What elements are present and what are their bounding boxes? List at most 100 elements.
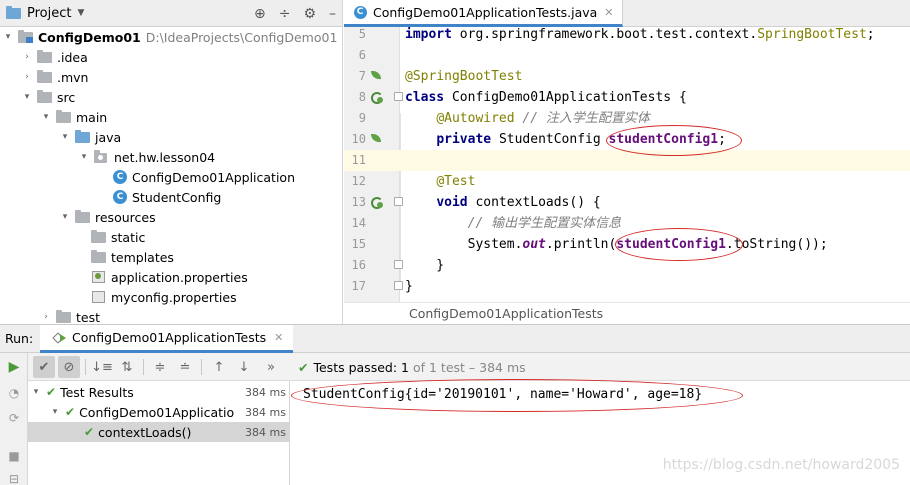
more-chevron-icon[interactable]: »: [260, 356, 282, 378]
expanded-arrow-icon[interactable]: ▾: [2, 32, 14, 42]
fold-marker-icon[interactable]: [394, 281, 403, 290]
line-number: 10: [351, 132, 366, 146]
tree-item-label: application.properties: [111, 269, 248, 285]
tree-item-java[interactable]: ▾ java: [0, 127, 342, 147]
collapse-all-icon[interactable]: ≐: [174, 356, 196, 378]
toggle-autotest-icon[interactable]: ⟳: [6, 410, 22, 426]
code-line[interactable]: 13 void contextLoads() {: [344, 192, 910, 213]
previous-test-icon[interactable]: ↑: [208, 356, 230, 378]
tree-item-test[interactable]: › test: [0, 307, 342, 325]
sort-alphabetically-icon[interactable]: ↓≡: [91, 356, 113, 378]
spring-class-icon: C: [112, 170, 128, 184]
expanded-arrow-icon[interactable]: ▾: [78, 152, 90, 162]
expanded-arrow-icon[interactable]: ▾: [21, 92, 33, 102]
test-results-root[interactable]: ▾ ✔ Test Results 384 ms: [28, 382, 290, 402]
code-line[interactable]: 17}: [344, 276, 910, 297]
code-line[interactable]: 10 private StudentConfig studentConfig1;: [344, 129, 910, 150]
line-number: 6: [358, 48, 366, 62]
run-test-icon[interactable]: [369, 195, 383, 209]
test-method-row[interactable]: ✔ contextLoads() 384 ms: [28, 422, 290, 442]
code-text: @SpringBootTest: [405, 66, 522, 87]
expand-all-icon[interactable]: ≑: [149, 356, 171, 378]
passed-check-icon: ✔: [84, 425, 95, 439]
rerun-failed-icon[interactable]: ◔: [6, 385, 22, 401]
properties-file-icon: [91, 290, 107, 304]
tree-item-studentconfig-class[interactable]: C StudentConfig: [0, 187, 342, 207]
tree-item-myconfig-properties[interactable]: myconfig.properties: [0, 287, 342, 307]
expanded-arrow-icon[interactable]: ▾: [59, 212, 71, 222]
tree-item-application-properties[interactable]: application.properties: [0, 267, 342, 287]
code-token: ;: [866, 27, 875, 42]
gear-icon[interactable]: ⚙: [303, 6, 316, 22]
code-line[interactable]: 9 @Autowired // 注入学生配置实体: [344, 108, 910, 129]
code-line[interactable]: 5 import org.springframework.boot.test.co…: [344, 24, 910, 45]
collapsed-arrow-icon[interactable]: ›: [21, 72, 33, 82]
tree-item-idea[interactable]: › .idea: [0, 47, 342, 67]
close-icon[interactable]: ✕: [274, 331, 283, 344]
project-panel-tools: ⊕ ÷ ⚙ –: [254, 0, 336, 27]
code-area[interactable]: 5 import org.springframework.boot.test.co…: [344, 24, 910, 297]
minimize-icon[interactable]: –: [329, 6, 336, 22]
folder-icon: [56, 310, 72, 324]
code-line[interactable]: 11: [344, 150, 910, 171]
collapse-all-icon[interactable]: ÷: [279, 6, 291, 22]
code-token: import: [405, 27, 460, 42]
code-line[interactable]: 6: [344, 45, 910, 66]
project-panel-title[interactable]: Project: [27, 6, 71, 21]
expanded-arrow-icon[interactable]: ▾: [49, 407, 61, 417]
fold-marker-icon[interactable]: [394, 260, 403, 269]
tree-item-application-class[interactable]: C ConfigDemo01Application: [0, 167, 342, 187]
test-class-row[interactable]: ▾ ✔ ConfigDemo01ApplicationTests 384 ms: [28, 402, 290, 422]
code-line[interactable]: 8 class ConfigDemo01ApplicationTests {: [344, 87, 910, 108]
next-test-icon[interactable]: ↓: [233, 356, 255, 378]
tree-item-resources[interactable]: ▾ resources: [0, 207, 342, 227]
tab-configdemo01applicationtests[interactable]: C ConfigDemo01ApplicationTests.java ✕: [344, 0, 623, 27]
code-line[interactable]: 12 @Test: [344, 171, 910, 192]
breadcrumb-class[interactable]: ConfigDemo01ApplicationTests: [409, 306, 603, 321]
show-passed-icon[interactable]: ✔: [33, 356, 55, 378]
console-line: StudentConfig{id='20190101', name='Howar…: [303, 387, 703, 402]
code-line[interactable]: 15 System.out.println(studentConfig1.toS…: [344, 234, 910, 255]
tree-item-mvn[interactable]: › .mvn: [0, 67, 342, 87]
code-text: void contextLoads() {: [405, 192, 600, 213]
chevron-down-icon[interactable]: ▼: [77, 8, 84, 18]
toolbar-divider: [201, 359, 202, 375]
tree-item-templates[interactable]: templates: [0, 247, 342, 267]
fold-marker-icon[interactable]: [394, 92, 403, 101]
tree-item-static[interactable]: static: [0, 227, 342, 247]
code-token: void: [436, 195, 476, 210]
tree-item-root[interactable]: ▾ ConfigDemo01 D:\IdeaProjects\ConfigDem…: [0, 27, 342, 47]
pin-icon[interactable]: ⊟: [6, 471, 22, 485]
rerun-icon[interactable]: ▶: [6, 359, 22, 375]
expanded-arrow-icon[interactable]: ▾: [30, 387, 42, 397]
watermark: https://blog.csdn.net/howard2005: [662, 457, 900, 473]
expanded-arrow-icon[interactable]: ▾: [40, 112, 52, 122]
collapsed-arrow-icon[interactable]: ›: [21, 52, 33, 62]
fold-marker-icon[interactable]: [394, 197, 403, 206]
sort-by-duration-icon[interactable]: ⇅: [116, 356, 138, 378]
locate-icon[interactable]: ⊕: [254, 6, 266, 22]
close-icon[interactable]: ✕: [604, 6, 613, 19]
tree-item-src[interactable]: ▾ src: [0, 87, 342, 107]
project-panel-header: Project ▼ ⊕ ÷ ⚙ –: [0, 0, 342, 27]
tree-item-label: net.hw.lesson04: [114, 149, 216, 165]
code-token: // 输出学生配置实体信息: [467, 216, 622, 231]
code-text: class ConfigDemo01ApplicationTests {: [405, 87, 687, 108]
run-test-icon[interactable]: [369, 90, 383, 104]
stop-icon[interactable]: ■: [6, 448, 22, 464]
code-token: }: [405, 258, 445, 273]
code-line[interactable]: 16 }: [344, 255, 910, 276]
code-token: org.springframework.boot.test.context.: [459, 27, 758, 42]
collapsed-arrow-icon[interactable]: ›: [40, 312, 52, 322]
tab-run-configdemo01applicationtests[interactable]: ConfigDemo01ApplicationTests ✕: [40, 325, 294, 353]
tree-item-main[interactable]: ▾ main: [0, 107, 342, 127]
run-panel: Run: ConfigDemo01ApplicationTests ✕ ▶ ◔ …: [0, 324, 910, 485]
code-line[interactable]: 14 // 输出学生配置实体信息: [344, 213, 910, 234]
code-line[interactable]: 7 @SpringBootTest: [344, 66, 910, 87]
show-ignored-icon[interactable]: ⊘: [58, 356, 80, 378]
expanded-arrow-icon[interactable]: ▾: [59, 132, 71, 142]
tree-item-package[interactable]: ▾ net.hw.lesson04: [0, 147, 342, 167]
